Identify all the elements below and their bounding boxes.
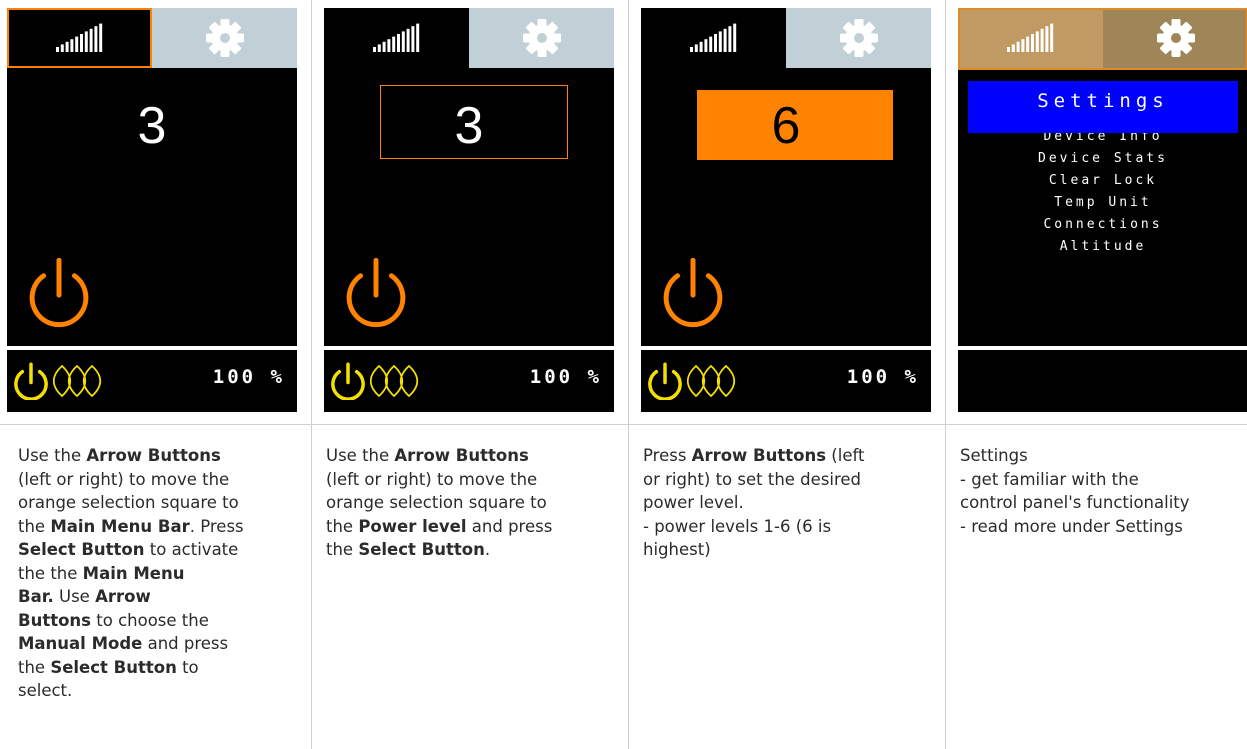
description-line: Press Arrow Buttons (left xyxy=(643,446,865,465)
power-icon xyxy=(648,362,682,400)
bold-term: Arrow Buttons xyxy=(394,446,529,465)
heat-waves-icon xyxy=(370,364,419,398)
status-divider xyxy=(958,346,1247,350)
description-1: Use the Arrow Buttons (left or right) to … xyxy=(18,444,308,703)
bold-term: Arrow xyxy=(95,587,151,606)
description-line: Bar. Use Arrow xyxy=(18,587,151,606)
description-line: highest) xyxy=(643,540,711,559)
menu-item[interactable]: Connections xyxy=(958,214,1247,236)
bold-term: Main Menu xyxy=(82,563,185,583)
description-line: Manual Mode and press xyxy=(18,634,229,653)
description-line: Use the Arrow Buttons xyxy=(18,446,221,465)
gear-icon xyxy=(522,19,561,57)
menu-bar-selection xyxy=(958,8,1247,70)
bold-term: Select Button xyxy=(18,540,145,559)
description-line: the Select Button. xyxy=(326,540,491,559)
settings-tab[interactable] xyxy=(469,8,614,68)
description-line: - read more under Settings xyxy=(960,516,1183,536)
column-divider xyxy=(628,0,629,749)
description-line: Select Button to activate xyxy=(18,540,239,559)
power-icon[interactable] xyxy=(661,256,725,328)
power-level-value: 3 xyxy=(137,97,167,155)
description-line: the Power level and press xyxy=(326,516,553,536)
signal-tab[interactable] xyxy=(641,8,786,68)
row-divider xyxy=(0,424,1247,425)
settings-menu-title[interactable]: Settings xyxy=(968,81,1238,133)
device-screen-3: 6 100 % xyxy=(641,8,931,412)
menu-item[interactable]: Clear Lock xyxy=(958,170,1247,192)
bold-term: Buttons xyxy=(18,610,92,630)
power-level-value: 3 xyxy=(454,97,484,155)
bold-term: Arrow Buttons xyxy=(691,446,827,465)
power-icon xyxy=(14,362,48,400)
description-4: Settings - get familiar with the control p… xyxy=(960,444,1247,538)
description-line: power level. xyxy=(643,493,744,512)
power-icon xyxy=(331,362,365,400)
description-line: (left or right) to move the xyxy=(18,469,230,489)
settings-tab[interactable] xyxy=(786,8,931,68)
description-line: Use the Arrow Buttons xyxy=(326,446,529,465)
bold-term: Manual Mode xyxy=(18,634,143,653)
device-screen-4: Device Info Device Stats Clear Lock Temp… xyxy=(958,8,1247,412)
bold-term: Select Button xyxy=(358,540,485,559)
menu-item[interactable]: Temp Unit xyxy=(958,192,1247,214)
description-line: Settings xyxy=(960,446,1028,465)
description-line: Buttons to choose the xyxy=(18,610,209,630)
column-divider xyxy=(945,0,946,749)
description-line: the the Main Menu xyxy=(18,563,185,583)
settings-tab[interactable] xyxy=(152,8,297,68)
power-icon[interactable] xyxy=(344,256,408,328)
description-line: select. xyxy=(18,681,73,700)
gear-icon xyxy=(205,19,244,57)
status-bar: 100 % xyxy=(7,350,297,412)
heat-waves-icon xyxy=(687,364,736,398)
bold-term: Main Menu Bar xyxy=(50,516,190,536)
description-line: - get familiar with the xyxy=(960,469,1139,489)
description-line: the Main Menu Bar. Press xyxy=(18,516,244,536)
bold-term: Bar. xyxy=(18,587,54,606)
signal-bars-icon xyxy=(689,23,736,52)
device-screen-2: 3 100 % xyxy=(324,8,614,412)
power-icon[interactable] xyxy=(27,256,91,328)
status-bar: 100 % xyxy=(324,350,614,412)
battery-percent: 100 % xyxy=(529,366,602,388)
column-divider xyxy=(311,0,312,749)
signal-tab[interactable] xyxy=(7,8,152,68)
description-line: or right) to set the desired xyxy=(643,469,862,489)
device-screen-1: 3 100 % xyxy=(7,8,297,412)
signal-bars-icon xyxy=(372,23,419,52)
battery-percent: 100 % xyxy=(846,366,919,388)
bold-term: Select Button xyxy=(50,657,177,677)
heat-waves-icon xyxy=(53,364,102,398)
description-line: - power levels 1-6 (6 is xyxy=(643,516,832,536)
menu-item[interactable]: Device Stats xyxy=(958,148,1247,170)
description-line: orange selection square to xyxy=(18,493,239,512)
signal-tab[interactable] xyxy=(324,8,469,68)
power-level-value: 6 xyxy=(771,97,801,155)
bold-term: Arrow Buttons xyxy=(86,446,221,465)
gear-icon xyxy=(839,19,878,57)
status-bar: 100 % xyxy=(641,350,931,412)
settings-menu-list: Device Info Device Stats Clear Lock Temp… xyxy=(958,126,1247,258)
description-line: control panel's functionality xyxy=(960,493,1190,512)
battery-percent: 100 % xyxy=(212,366,285,388)
menu-item[interactable]: Altitude xyxy=(958,236,1247,258)
signal-bars-icon xyxy=(55,23,102,52)
description-line: the Select Button to xyxy=(18,657,199,677)
description-line: (left or right) to move the xyxy=(326,469,538,489)
description-2: Use the Arrow Buttons (left or right) to … xyxy=(326,444,616,562)
description-3: Press Arrow Buttons (left or right) to se… xyxy=(643,444,933,562)
bold-term: Power level xyxy=(358,516,467,536)
description-line: orange selection square to xyxy=(326,493,547,512)
